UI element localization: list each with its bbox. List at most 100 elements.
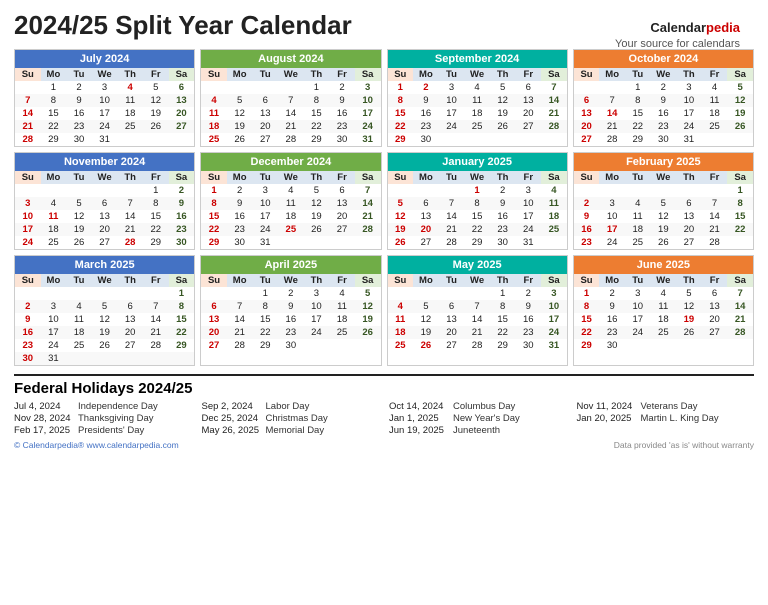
calendar-day: 20 bbox=[439, 326, 465, 339]
day-header: Tu bbox=[439, 171, 465, 184]
calendar-day: 16 bbox=[413, 107, 439, 120]
calendar-day: 3 bbox=[599, 197, 625, 210]
calendar-day: 1 bbox=[304, 81, 330, 94]
calendar-day: 27 bbox=[92, 236, 118, 249]
day-header: Su bbox=[201, 274, 227, 287]
calendar-day: 6 bbox=[201, 300, 227, 313]
calendar-day bbox=[727, 236, 753, 249]
calendar-day: 15 bbox=[464, 210, 490, 223]
holiday-name: Labor Day bbox=[266, 401, 310, 412]
day-header: Tu bbox=[66, 274, 92, 287]
calendar-day: 10 bbox=[515, 197, 541, 210]
calendar-day: 22 bbox=[464, 223, 490, 236]
calendar-day: 7 bbox=[541, 81, 567, 94]
day-header: We bbox=[464, 171, 490, 184]
calendar-day: 15 bbox=[41, 107, 67, 120]
calendar-day: 5 bbox=[304, 184, 330, 197]
calendar-day: 20 bbox=[676, 223, 702, 236]
calendar-header: August 2024 bbox=[201, 50, 380, 68]
calendar-day: 11 bbox=[651, 300, 677, 313]
calendar-day: 25 bbox=[625, 236, 651, 249]
calendar-day bbox=[143, 133, 169, 146]
calendar-day: 24 bbox=[515, 223, 541, 236]
calendar-day: 13 bbox=[413, 210, 439, 223]
holiday-date: Nov 11, 2024 bbox=[577, 401, 637, 412]
calendar-day: 17 bbox=[15, 223, 41, 236]
calendar-day: 24 bbox=[439, 120, 465, 133]
calendar-day: 2 bbox=[66, 81, 92, 94]
calendar-day: 8 bbox=[41, 94, 67, 107]
holiday-date: Jul 4, 2024 bbox=[14, 401, 74, 412]
calendar-day: 2 bbox=[599, 287, 625, 300]
day-header: We bbox=[651, 274, 677, 287]
calendar-block: July 2024SuMoTuWeThFrSa12345678910111213… bbox=[14, 49, 195, 147]
calendar-day: 23 bbox=[227, 223, 253, 236]
calendar-day: 10 bbox=[41, 313, 67, 326]
holiday-date: Jan 1, 2025 bbox=[389, 413, 449, 424]
calendar-day: 17 bbox=[252, 210, 278, 223]
calendar-header: December 2024 bbox=[201, 153, 380, 171]
calendar-day bbox=[599, 184, 625, 197]
calendar-day: 31 bbox=[541, 339, 567, 352]
calendar-day: 6 bbox=[329, 184, 355, 197]
calendar-day: 24 bbox=[92, 120, 118, 133]
calendar-day: 17 bbox=[439, 107, 465, 120]
calendar-day: 4 bbox=[625, 197, 651, 210]
calendar-day: 16 bbox=[574, 223, 600, 236]
calendar-day: 16 bbox=[227, 210, 253, 223]
day-header: Tu bbox=[66, 171, 92, 184]
calendar-day: 3 bbox=[439, 81, 465, 94]
calendar-day bbox=[464, 133, 490, 146]
day-header: Th bbox=[676, 171, 702, 184]
day-header: Fr bbox=[329, 274, 355, 287]
calendar-day: 7 bbox=[702, 197, 728, 210]
calendar-day: 30 bbox=[227, 236, 253, 249]
calendar-day: 22 bbox=[143, 223, 169, 236]
calendar-day: 6 bbox=[515, 81, 541, 94]
calendar-day: 2 bbox=[413, 81, 439, 94]
calendar-day: 14 bbox=[702, 210, 728, 223]
calendar-day: 31 bbox=[252, 236, 278, 249]
calendar-day: 4 bbox=[329, 287, 355, 300]
calendar-day bbox=[702, 184, 728, 197]
calendar-day: 17 bbox=[355, 107, 381, 120]
calendar-day: 27 bbox=[117, 339, 143, 352]
calendar-day: 20 bbox=[169, 107, 195, 120]
calendar-block: June 2025SuMoTuWeThFrSa12345678910111213… bbox=[573, 255, 754, 366]
calendar-day: 17 bbox=[304, 313, 330, 326]
day-header: Su bbox=[201, 68, 227, 81]
calendar-day: 28 bbox=[599, 133, 625, 146]
calendar-day: 24 bbox=[15, 236, 41, 249]
calendar-day bbox=[490, 133, 516, 146]
calendar-day: 6 bbox=[92, 197, 118, 210]
calendar-day: 31 bbox=[676, 133, 702, 146]
calendar-day bbox=[625, 339, 651, 352]
calendar-day: 27 bbox=[515, 120, 541, 133]
calendar-day: 3 bbox=[92, 81, 118, 94]
calendar-day: 29 bbox=[252, 339, 278, 352]
calendar-day bbox=[15, 184, 41, 197]
calendar-day: 6 bbox=[413, 197, 439, 210]
calendar-day: 4 bbox=[41, 197, 67, 210]
day-header: We bbox=[278, 171, 304, 184]
calendar-day: 28 bbox=[541, 120, 567, 133]
calendar-day: 13 bbox=[117, 313, 143, 326]
calendar-day: 19 bbox=[92, 326, 118, 339]
calendar-day: 18 bbox=[329, 313, 355, 326]
calendar-day: 12 bbox=[388, 210, 414, 223]
holiday-item: Jun 19, 2025Juneteenth bbox=[389, 425, 567, 436]
calendar-day: 1 bbox=[169, 287, 195, 300]
calendar-day: 30 bbox=[169, 236, 195, 249]
logo-brand: Calendarpedia bbox=[650, 20, 740, 35]
calendar-day: 17 bbox=[41, 326, 67, 339]
calendar-day: 7 bbox=[278, 94, 304, 107]
calendar-day bbox=[413, 184, 439, 197]
calendar-day: 17 bbox=[676, 107, 702, 120]
day-header: Th bbox=[490, 171, 516, 184]
footer-left: © Calendarpedia® www.calendarpedia.com bbox=[14, 440, 179, 450]
calendar-header: March 2025 bbox=[15, 256, 194, 274]
calendar-day bbox=[117, 133, 143, 146]
holiday-name: Columbus Day bbox=[453, 401, 515, 412]
calendar-day: 4 bbox=[388, 300, 414, 313]
calendar-day: 13 bbox=[515, 94, 541, 107]
